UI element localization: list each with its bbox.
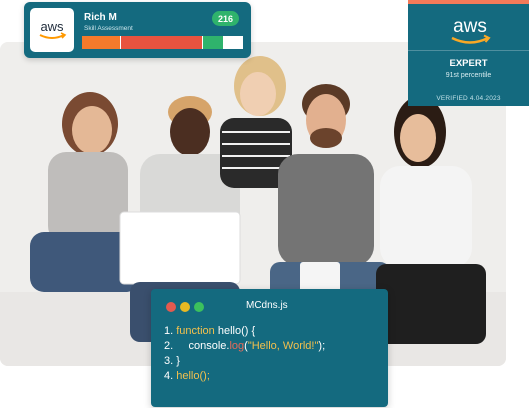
code-call: hello(); [176,370,210,382]
code-method: log [229,340,245,352]
percentile-text: 91st percentile [445,72,492,79]
code-text: ; [322,340,326,352]
aws-certification-card: aws EXPERT 91st percentile VERIFIED 4.04… [408,0,529,106]
skill-assessment-card: aws Rich M Skill Assessment 216 [24,2,251,58]
progress-segment [201,36,224,49]
divider [408,50,529,51]
maximize-window-dot [194,302,204,312]
minimize-window-dot [180,302,190,312]
progress-segment [82,36,120,49]
line-number: 1. [164,325,174,337]
file-name: MCdns.js [246,300,288,311]
score-badge: 216 [212,11,239,26]
aws-logo: aws [30,8,74,52]
cert-level: EXPERT [449,58,488,69]
code-text: hello() { [214,325,256,337]
code-editor-card: MCdns.js 1. function hello() { 2. consol… [151,289,388,407]
code-text: console. [188,340,230,352]
code-line: 2. console.log("Hello, World!"); [164,339,325,354]
code-line: 4. hello(); [164,369,325,384]
svg-text:aws: aws [453,16,487,37]
line-number: 4. [164,370,174,382]
assessment-label: Skill Assessment [84,25,133,32]
code-line: 1. function hello() { [164,324,325,339]
svg-text:aws: aws [40,19,64,34]
progress-segment [119,36,202,49]
line-number: 3. [164,355,174,367]
line-number: 2. [164,340,174,352]
code-string: "Hello, World!" [247,340,319,352]
code-line: 3. } [164,354,325,369]
code-block: 1. function hello() { 2. console.log("He… [164,324,325,384]
score-progress-bar [82,36,243,49]
code-keyword: function [176,325,215,337]
aws-logo-icon: aws [451,16,491,44]
verified-date: VERIFIED 4.04.2023 [436,95,501,102]
code-text: } [176,355,180,367]
close-window-dot [166,302,176,312]
aws-logo-icon: aws [39,19,67,39]
user-name: Rich M [84,12,117,23]
progress-segment [223,36,243,49]
